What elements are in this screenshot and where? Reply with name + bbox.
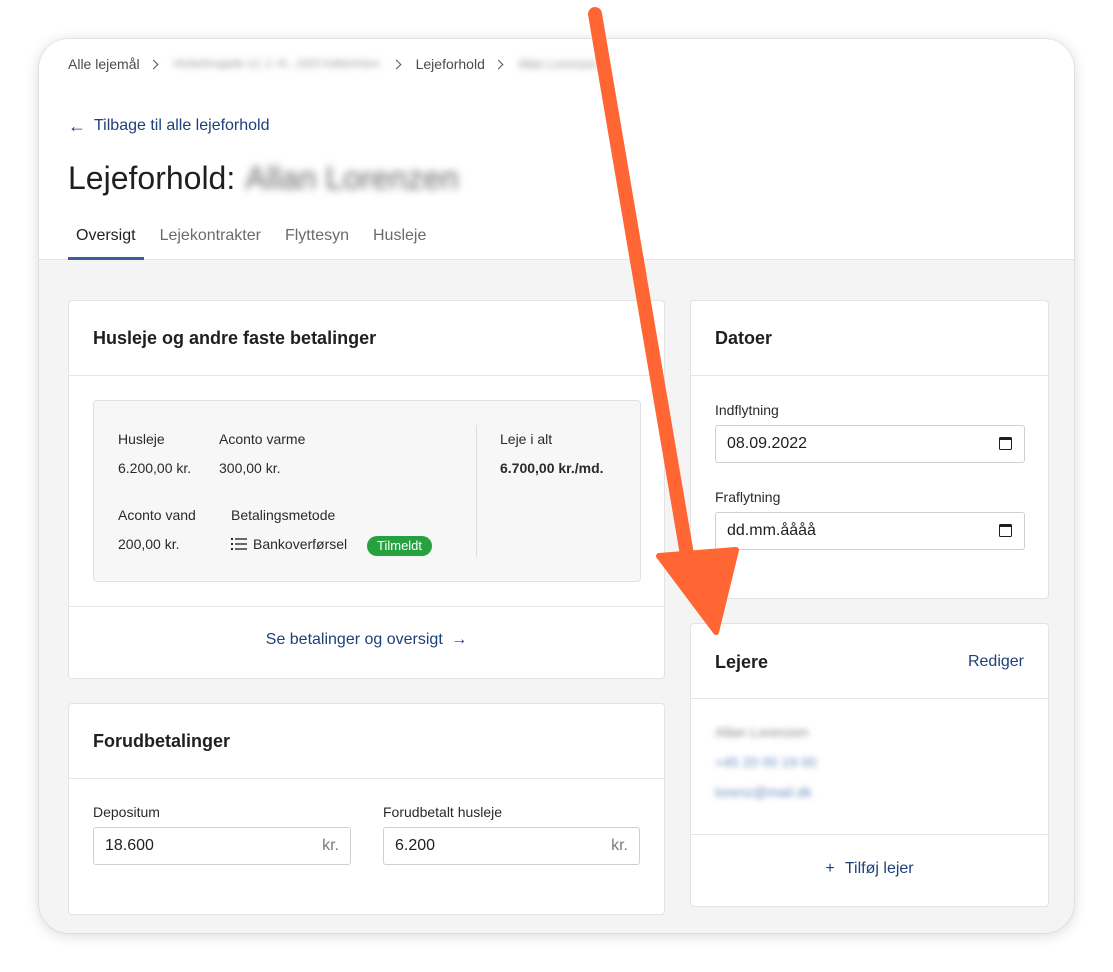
tab-flyttesyn[interactable]: Flyttesyn [277,225,357,259]
divider [691,375,1048,376]
rent-card: Husleje og andre faste betalinger Huslej… [68,300,665,679]
list-icon [231,538,247,550]
breadcrumb-item-property[interactable]: Vesterbrogade 12, 2. th., 1620 København… [173,58,383,70]
depositum-label: Depositum [93,804,160,820]
dates-card-title: Datoer [715,328,773,348]
tenant-info: Allan Lorenzen +45 20 00 19 00 lorenz@ma… [715,724,817,800]
tab-oversigt[interactable]: Oversigt [68,225,144,260]
see-payments-link[interactable]: Se betalinger og oversigt → [69,631,664,649]
tab-bar: Oversigt Lejekontrakter Flyttesyn Huslej… [68,225,442,260]
tab-lejekontrakter[interactable]: Lejekontrakter [152,225,269,259]
breadcrumb-item-all-leases[interactable]: Alle lejemål [68,56,140,72]
page-title-name: Allan Lorenzen [245,160,459,196]
total-label: Leje i alt [500,431,553,447]
page-title: Lejeforhold: Allan Lorenzen [68,160,459,197]
rent-summary-box: Husleje 6.200,00 kr. Aconto varme 300,00… [93,400,641,582]
tenant-phone[interactable]: +45 20 00 19 00 [715,754,817,770]
indflytning-date-input[interactable]: 08.09.2022 [715,425,1025,463]
forudbetalt-label: Forudbetalt husleje [383,804,503,820]
calendar-icon[interactable] [999,524,1012,537]
forudbetalt-value: 6.200 [395,837,436,854]
depositum-value: 18.600 [105,837,154,854]
page-header: Alle lejemål Vesterbrogade 12, 2. th., 1… [39,39,1074,260]
tenants-card: Lejere Rediger Allan Lorenzen +45 20 00 … [690,623,1049,907]
forudbetalt-input[interactable]: 6.200 kr. [383,827,640,865]
betalingsmetode-text: Bankoverførsel [253,536,348,552]
forudbetalt-suffix: kr. [611,837,628,854]
edit-tenants-link[interactable]: Rediger [968,653,1024,671]
chevron-right-icon [493,59,504,69]
chevron-right-icon [148,59,159,69]
add-tenant-button[interactable]: + Tilføj lejer [691,860,1048,878]
breadcrumb: Alle lejemål Vesterbrogade 12, 2. th., 1… [68,55,598,73]
aconto-vand-label: Aconto vand [118,507,196,523]
rent-card-title: Husleje og andre faste betalinger [93,328,377,348]
chevron-right-icon [391,59,402,69]
status-badge: Tilmeldt [367,536,433,556]
divider [69,778,664,779]
fraflytning-value: dd.mm.åååå [727,522,816,539]
fraflytning-date-input[interactable]: dd.mm.åååå [715,512,1025,550]
depositum-input[interactable]: 18.600 kr. [93,827,351,865]
add-tenant-label: Tilføj lejer [844,860,914,877]
tenants-card-title: Lejere [715,652,769,672]
aconto-varme-value: 300,00 kr. [219,460,281,476]
tab-husleje[interactable]: Husleje [365,225,434,259]
indflytning-label: Indflytning [715,402,779,418]
app-window: Alle lejemål Vesterbrogade 12, 2. th., 1… [39,39,1074,933]
husleje-label: Husleje [118,431,165,447]
tenant-name: Allan Lorenzen [715,724,809,740]
arrow-left-icon: ← [68,116,86,136]
betalingsmetode-value: Bankoverførsel [231,536,347,552]
divider-vertical [476,425,477,557]
aconto-varme-label: Aconto varme [219,431,306,447]
fraflytning-label: Fraflytning [715,489,781,505]
indflytning-value: 08.09.2022 [727,435,808,452]
divider [691,698,1048,699]
divider [691,834,1048,835]
see-payments-label: Se betalinger og oversigt [265,631,443,648]
breadcrumb-item-tenancy[interactable]: Lejeforhold [416,56,485,72]
tenant-email[interactable]: lorenz@mail.dk [715,784,817,800]
page-title-prefix: Lejeforhold: [68,160,236,196]
calendar-icon[interactable] [999,437,1012,450]
total-value: 6.700,00 kr./md. [500,460,604,476]
plus-icon: + [825,860,835,877]
breadcrumb-item-tenant: Allan Lorenzen [517,57,598,71]
aconto-vand-value: 200,00 kr. [118,536,180,552]
husleje-value: 6.200,00 kr. [118,460,192,476]
divider [69,375,664,376]
divider [69,606,664,607]
dates-card: Datoer Indflytning 08.09.2022 Fraflytnin… [690,300,1049,599]
betalingsmetode-label: Betalingsmetode [231,507,336,523]
back-link[interactable]: ← Tilbage til alle lejeforhold [68,117,270,135]
prepayments-card-title: Forudbetalinger [93,731,231,751]
depositum-suffix: kr. [322,837,339,854]
back-link-label: Tilbage til alle lejeforhold [94,117,270,134]
arrow-right-icon: → [451,631,468,648]
prepayments-card: Forudbetalinger Depositum 18.600 kr. For… [68,703,665,915]
